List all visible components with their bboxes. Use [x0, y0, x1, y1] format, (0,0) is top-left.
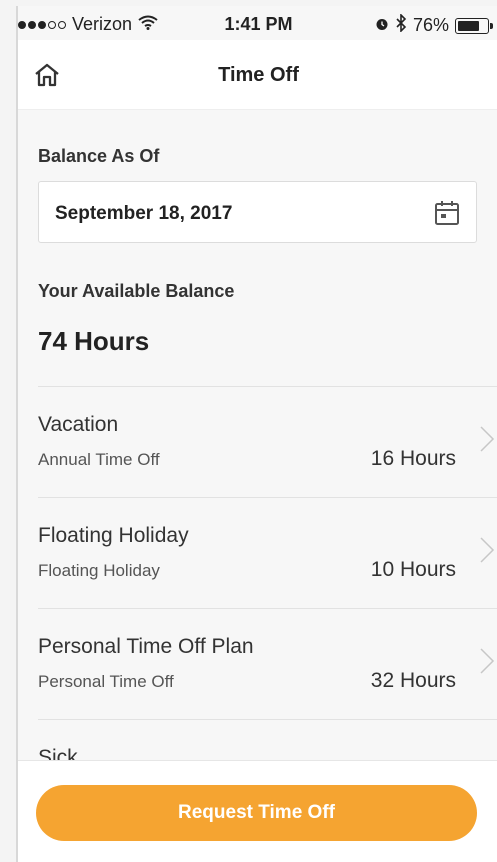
- battery-level: [458, 20, 480, 31]
- plan-type: Personal Time Off: [38, 672, 174, 691]
- navigation-bar: Time Off: [18, 40, 497, 110]
- available-balance-label: Your Available Balance: [38, 281, 235, 301]
- plan-name: Sick: [38, 746, 78, 760]
- plan-row-floating-holiday[interactable]: Floating Holiday Floating Holiday 10 Hou…: [38, 497, 497, 608]
- battery-icon: [455, 17, 493, 34]
- plan-name: Personal Time Off Plan: [38, 635, 254, 658]
- request-time-off-button[interactable]: Request Time Off: [36, 785, 477, 841]
- chevron-right-icon: [480, 537, 495, 563]
- plan-hours: 32 Hours: [370, 669, 456, 692]
- bottom-action-bar: Request Time Off: [18, 760, 497, 862]
- page-title: Time Off: [218, 64, 299, 86]
- balance-content[interactable]: Balance As Of September 18, 2017 Your Av…: [18, 110, 497, 760]
- plan-row-vacation[interactable]: Vacation Annual Time Off 16 Hours: [38, 386, 497, 497]
- plan-type: Annual Time Off: [38, 450, 160, 469]
- battery-percent: 76%: [412, 15, 449, 35]
- plan-row-sick[interactable]: Sick: [38, 719, 497, 760]
- bluetooth-icon: [395, 13, 407, 37]
- status-right: 76%: [375, 13, 493, 37]
- time-off-plan-list: Vacation Annual Time Off 16 Hours Floati…: [38, 386, 497, 760]
- plan-hours: 16 Hours: [370, 447, 456, 470]
- status-bar: Verizon 1:41 PM 76%: [18, 6, 497, 40]
- balance-date-value: September 18, 2017: [55, 203, 233, 224]
- balance-as-of-label: Balance As Of: [38, 146, 160, 166]
- plan-type: Floating Holiday: [38, 561, 160, 580]
- alarm-icon: [375, 15, 389, 36]
- calendar-icon: [435, 201, 459, 225]
- calendar-button[interactable]: [432, 198, 462, 228]
- plan-name: Floating Holiday: [38, 524, 189, 547]
- chevron-right-icon: [480, 648, 495, 674]
- plan-hours: 10 Hours: [370, 558, 456, 581]
- app-frame: Verizon 1:41 PM 76% Time Off Balance As …: [16, 6, 497, 862]
- plan-row-personal-time-off[interactable]: Personal Time Off Plan Personal Time Off…: [38, 608, 497, 719]
- chevron-right-icon: [480, 426, 495, 452]
- available-balance-total: 74 Hours: [38, 326, 150, 356]
- plan-name: Vacation: [38, 413, 119, 436]
- balance-date-field[interactable]: September 18, 2017: [38, 181, 477, 243]
